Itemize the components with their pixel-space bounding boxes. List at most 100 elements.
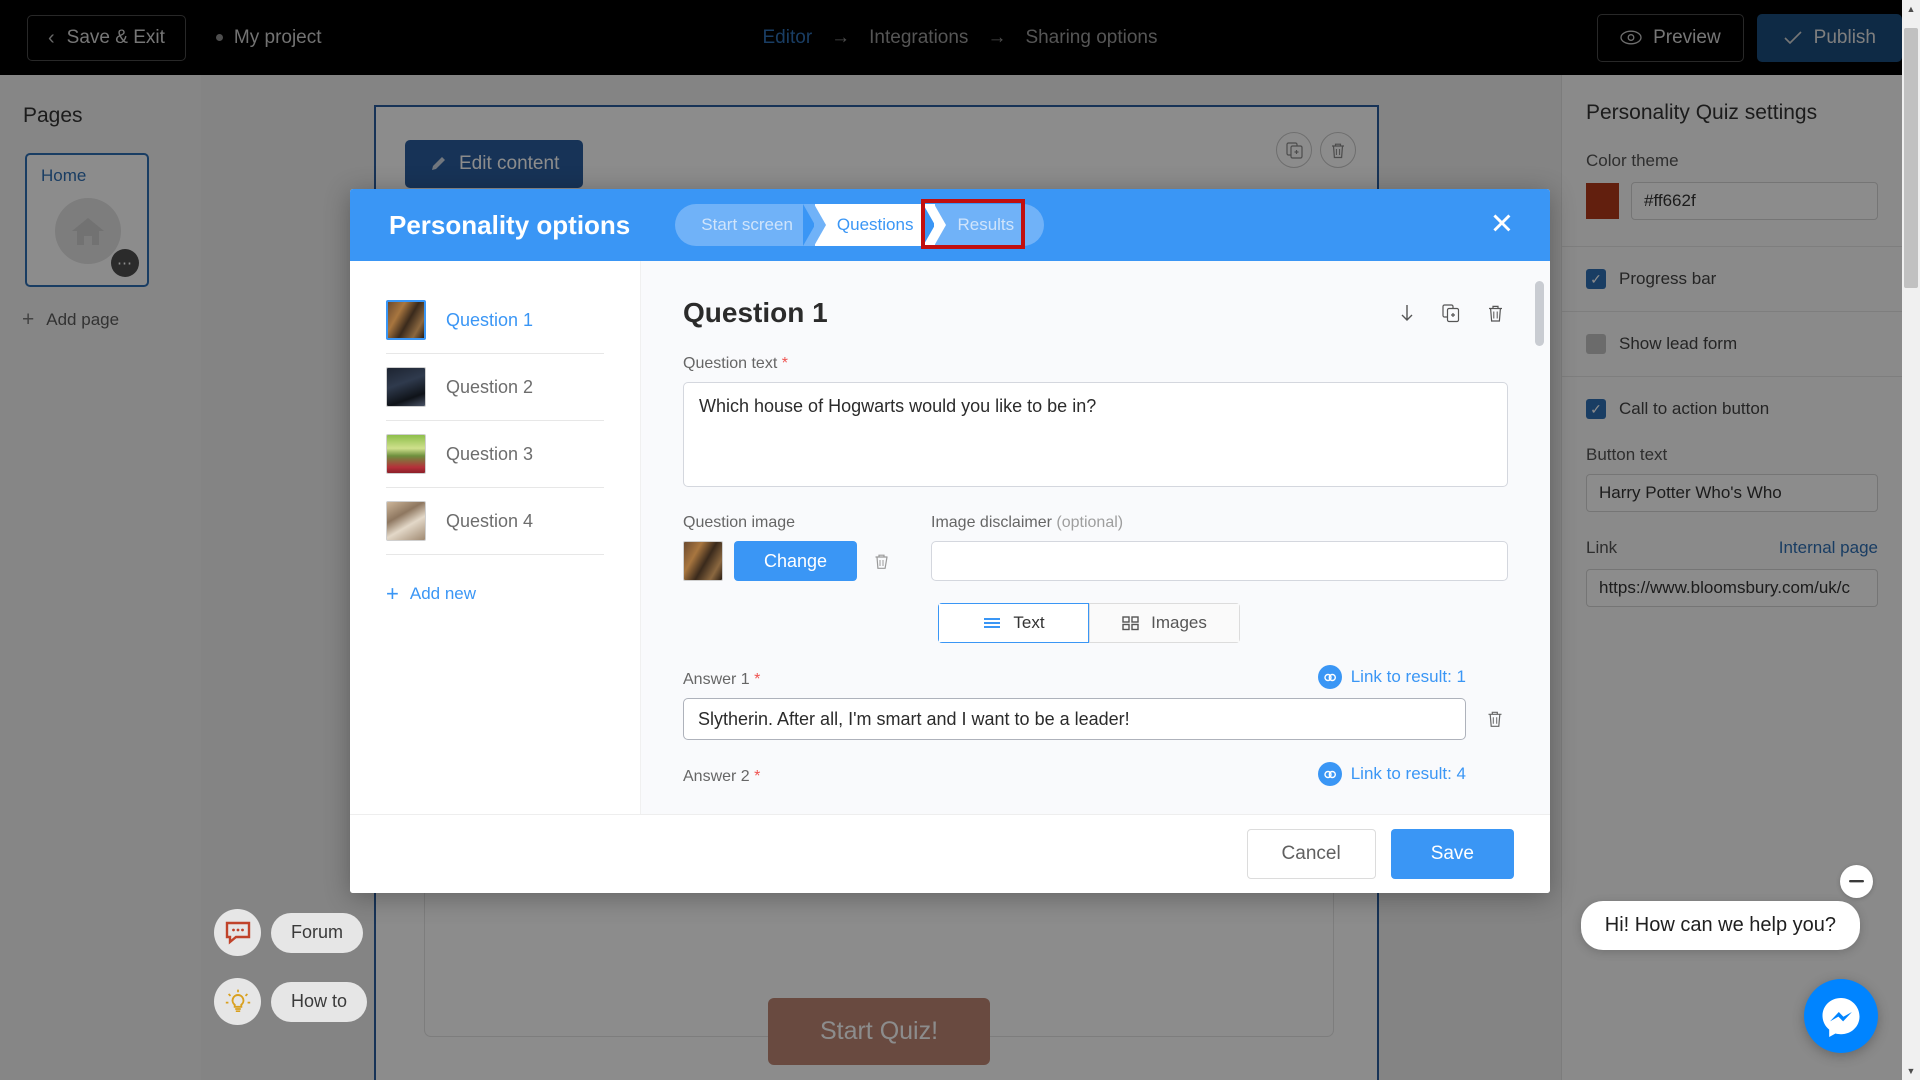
question-image-col: Question image Change: [683, 514, 903, 581]
how-to-icon-circle: [214, 978, 261, 1025]
lightbulb-icon: [225, 989, 250, 1012]
messenger-chat-button[interactable]: [1804, 979, 1878, 1053]
move-down-icon[interactable]: [1394, 300, 1420, 326]
answer-1-input[interactable]: [683, 698, 1466, 740]
question-list-label: Question 3: [446, 443, 534, 464]
link-icon: [1317, 762, 1342, 786]
forum-button[interactable]: Forum: [214, 909, 367, 956]
modal-footer: Cancel Save: [350, 814, 1550, 893]
plus-icon: +: [386, 581, 399, 606]
modal-step-questions[interactable]: Questions: [802, 204, 947, 246]
floating-help-buttons: Forum How to: [214, 909, 368, 1047]
modal-body: Question 1 Question 2 Question 3 Questio…: [350, 261, 1550, 814]
image-disclaimer-input[interactable]: [931, 541, 1508, 581]
question-list-item-1[interactable]: Question 1: [386, 287, 604, 354]
question-editor-form: Question 1 Question text * Which house o…: [641, 261, 1550, 814]
answer-2-label: Answer 2 *: [683, 768, 760, 786]
question-list-item-3[interactable]: Question 3: [386, 421, 604, 488]
question-list: Question 1 Question 2 Question 3 Questio…: [350, 261, 641, 814]
answer-1-link-label: Link to result: 1: [1350, 667, 1466, 686]
answer-2-link-label: Link to result: 4: [1350, 764, 1466, 783]
modal-step-start-screen[interactable]: Start screen: [675, 204, 826, 246]
answer-1-label-text: Answer 1: [683, 671, 750, 688]
answer-1-link-to-result[interactable]: Link to result: 1: [1317, 665, 1466, 689]
question-list-item-4[interactable]: Question 4: [386, 488, 604, 555]
question-text-input[interactable]: [683, 382, 1508, 487]
question-image-thumbnail: [683, 541, 723, 581]
answer-mode-images-label: Images: [1151, 613, 1207, 632]
modal-scrollbar-thumb[interactable]: [1535, 281, 1544, 346]
answer-mode-images-tab[interactable]: Images: [1089, 603, 1240, 643]
how-to-label: How to: [271, 981, 368, 1022]
modal-step-results[interactable]: Results: [923, 204, 1045, 246]
modal-step-label: Start screen: [701, 215, 793, 234]
question-thumbnail: [386, 367, 426, 407]
personality-options-modal: Personality options Start screen Questio…: [350, 189, 1550, 893]
answer-mode-text-label: Text: [1013, 613, 1045, 632]
scroll-down-icon[interactable]: ▼: [1902, 1062, 1920, 1080]
chat-minimize-button[interactable]: [1840, 865, 1873, 898]
scrollbar-thumb[interactable]: [1904, 28, 1918, 288]
required-asterisk: *: [777, 355, 788, 372]
question-form-header: Question 1: [683, 297, 1508, 329]
answer-1-header: Answer 1 * Link to result: 1: [683, 665, 1508, 689]
duplicate-question-icon[interactable]: [1438, 300, 1464, 326]
question-thumbnail: [386, 300, 426, 340]
scroll-up-icon[interactable]: ▲: [1902, 0, 1920, 18]
question-image-controls: Change: [683, 541, 903, 581]
change-image-button[interactable]: Change: [734, 541, 858, 581]
messenger-icon: [1822, 998, 1860, 1037]
cancel-button[interactable]: Cancel: [1246, 829, 1376, 879]
required-asterisk: *: [749, 671, 761, 688]
image-disclaimer-label-text: Image disclaimer: [931, 514, 1052, 531]
question-list-label: Question 2: [446, 376, 534, 397]
answer-1-row: [683, 698, 1508, 740]
answer-mode-text-tab[interactable]: Text: [938, 603, 1089, 643]
close-icon[interactable]: ✕: [1490, 210, 1514, 240]
modal-step-nav: Start screen Questions Results: [675, 204, 1045, 246]
step-notch-icon: [813, 204, 826, 246]
forum-label: Forum: [271, 912, 364, 953]
modal-header: Personality options Start screen Questio…: [350, 189, 1550, 261]
add-new-question-button[interactable]: + Add new: [386, 583, 640, 605]
delete-answer-1-icon[interactable]: [1482, 710, 1508, 728]
question-form-title: Question 1: [683, 297, 828, 328]
answer-2-link-to-result[interactable]: Link to result: 4: [1317, 762, 1466, 786]
optional-tag: (optional): [1056, 514, 1124, 531]
save-button[interactable]: Save: [1390, 829, 1514, 879]
question-text-label-text: Question text: [683, 355, 778, 372]
question-text-label: Question text *: [683, 355, 1508, 373]
modal-step-label: Questions: [836, 215, 914, 234]
answer-1-label: Answer 1 *: [683, 671, 760, 689]
link-icon: [1317, 665, 1342, 689]
question-list-label: Question 1: [446, 309, 534, 330]
add-new-label: Add new: [409, 584, 477, 603]
question-list-item-2[interactable]: Question 2: [386, 354, 604, 421]
question-form-actions: [1394, 300, 1508, 326]
chat-greeting-bubble[interactable]: Hi! How can we help you?: [1580, 901, 1860, 950]
answer-mode-toggle: Text Images: [938, 603, 1240, 643]
question-list-label: Question 4: [446, 510, 534, 531]
modal-step-label: Results: [957, 215, 1015, 234]
delete-image-icon[interactable]: [868, 553, 894, 570]
how-to-button[interactable]: How to: [214, 978, 368, 1025]
step-notch-icon: [934, 204, 947, 246]
answer-2-header: Answer 2 * Link to result: 4: [683, 762, 1508, 786]
modal-title: Personality options: [389, 209, 631, 240]
chat-bubble-icon: [225, 921, 250, 945]
question-thumbnail: [386, 434, 426, 474]
answer-2-label-text: Answer 2: [683, 768, 750, 785]
grid-icon: [1122, 616, 1139, 631]
required-asterisk: *: [749, 768, 761, 785]
list-icon: [984, 618, 1001, 628]
delete-question-icon[interactable]: [1482, 300, 1508, 326]
question-image-label: Question image: [683, 514, 796, 531]
question-thumbnail: [386, 501, 426, 541]
forum-icon-circle: [214, 909, 261, 956]
minus-icon: [1849, 880, 1864, 883]
image-disclaimer-col: Image disclaimer (optional): [931, 514, 1508, 581]
image-disclaimer-label: Image disclaimer (optional): [931, 514, 1508, 532]
modal-scrollbar[interactable]: [1535, 281, 1544, 794]
image-row: Question image Change Image disclaimer (…: [683, 514, 1508, 581]
page-scrollbar[interactable]: ▲ ▼: [1902, 0, 1920, 1080]
